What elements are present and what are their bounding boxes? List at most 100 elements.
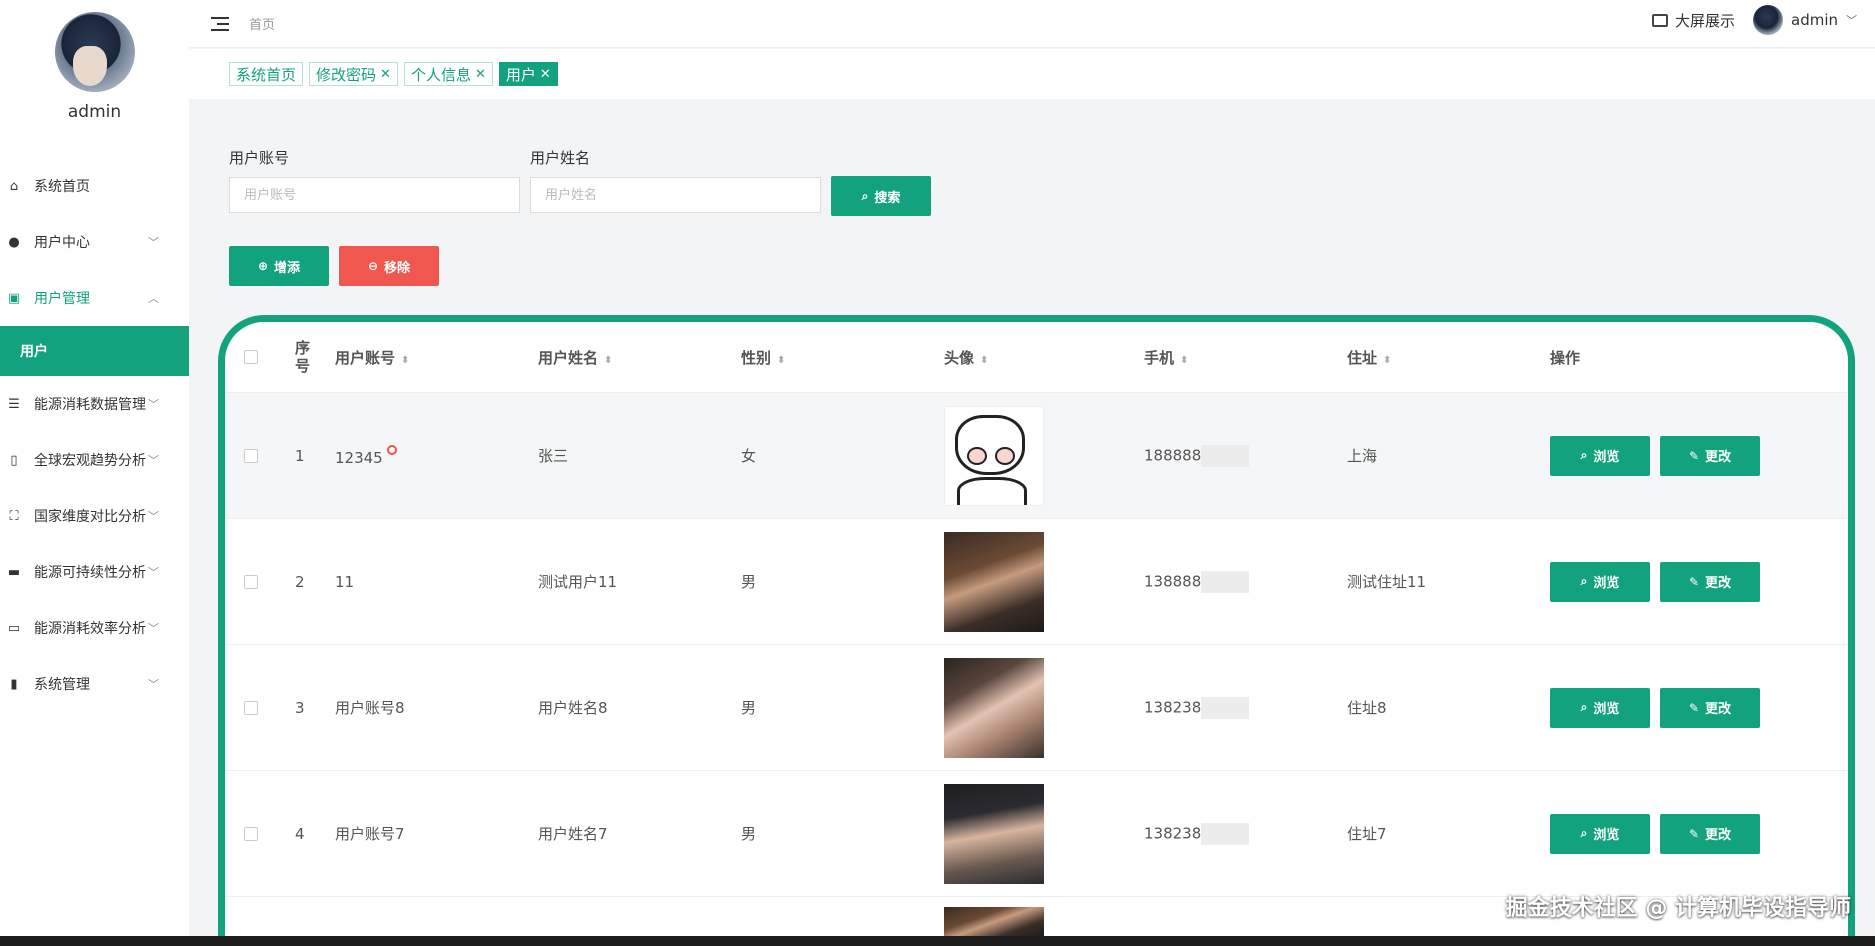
redaction-blur	[1201, 444, 1250, 467]
cell-gender: 女	[741, 447, 757, 465]
search-icon: ⌕	[1580, 448, 1588, 462]
sidebar-item-system[interactable]: ▮ 系统管理 ﹀	[0, 656, 189, 712]
search-icon: ⌕	[1580, 574, 1588, 588]
add-button-label: 增添	[274, 260, 301, 276]
sort-icon[interactable]: ⬍	[980, 355, 988, 366]
header-name[interactable]: 用户姓名 ⬍	[538, 347, 741, 368]
action-bar: ⊕ 增添 ⊖ 移除	[229, 246, 439, 286]
user-avatar-image[interactable]	[944, 405, 1044, 506]
remove-button[interactable]: ⊖ 移除	[339, 246, 439, 286]
profile: admin	[0, 0, 189, 140]
row-checkbox[interactable]	[244, 700, 258, 715]
row-checkbox[interactable]	[244, 574, 258, 589]
redaction-blur	[1201, 696, 1250, 719]
view-button[interactable]: ⌕ 浏览	[1550, 687, 1650, 728]
cell-address: 住址8	[1347, 699, 1387, 717]
user-avatar-image[interactable]	[944, 657, 1044, 758]
sidebar-item-user-center[interactable]: ● 用户中心 ﹀	[0, 214, 189, 270]
chart-icon: ▣	[7, 290, 21, 306]
chevron-down-icon: ﹀	[148, 454, 159, 467]
search-button[interactable]: ⌕ 搜索	[831, 176, 931, 216]
sidebar-item-label: 能源消耗效率分析	[34, 621, 146, 637]
header-index: 序号	[295, 339, 311, 375]
sort-icon[interactable]: ⬍	[777, 355, 785, 366]
menu-toggle-icon[interactable]	[211, 16, 229, 31]
account-input[interactable]	[229, 177, 520, 213]
user-dropdown[interactable]: admin ﹀	[1753, 5, 1857, 35]
sidebar-item-home[interactable]: ⌂ 系统首页	[0, 158, 189, 214]
avatar[interactable]	[54, 12, 135, 92]
edit-button[interactable]: ✎ 更改	[1660, 435, 1760, 476]
user-avatar-image[interactable]	[944, 906, 1044, 937]
list-icon: ☰	[8, 396, 20, 412]
sidebar-item-label: 用户管理	[34, 291, 90, 307]
sort-icon[interactable]: ⬍	[1383, 355, 1391, 366]
sidebar-item-user-management[interactable]: ▣ 用户管理 ︿	[0, 270, 189, 326]
cell-name: 测试用户11	[538, 573, 618, 591]
edit-button[interactable]: ✎ 更改	[1660, 813, 1760, 854]
big-screen-label: 大屏展示	[1674, 11, 1735, 30]
presentation-icon	[1651, 13, 1668, 27]
cell-index: 4	[295, 824, 305, 843]
user-avatar-image[interactable]	[944, 531, 1044, 632]
tab-profile[interactable]: 个人信息 ✕	[403, 62, 493, 86]
big-screen-button[interactable]: 大屏展示	[1651, 10, 1735, 31]
row-checkbox[interactable]	[244, 826, 258, 841]
header-avatar[interactable]: 头像 ⬍	[944, 347, 1144, 368]
sort-icon[interactable]: ⬍	[604, 355, 612, 366]
sidebar-item-sustainability[interactable]: ▬ 能源可持续性分析 ﹀	[0, 544, 189, 600]
user-avatar-image[interactable]	[944, 783, 1044, 884]
monitor-icon: ▬	[7, 564, 21, 580]
sidebar-item-country-compare[interactable]: ⛶ 国家维度对比分析 ﹀	[0, 488, 189, 544]
view-button[interactable]: ⌕ 浏览	[1550, 561, 1650, 602]
header-address[interactable]: 住址 ⬍	[1347, 347, 1550, 368]
chevron-up-icon: ︿	[148, 292, 159, 305]
tab-change-password[interactable]: 修改密码 ✕	[309, 62, 398, 86]
tab-user[interactable]: 用户 ✕	[498, 62, 558, 86]
select-all-checkbox[interactable]	[244, 350, 258, 364]
cell-gender: 男	[741, 699, 757, 717]
avatar	[1753, 5, 1783, 35]
sidebar-item-efficiency[interactable]: ▭ 能源消耗效率分析 ﹀	[0, 600, 189, 656]
sort-icon[interactable]: ⬍	[401, 355, 409, 366]
view-button[interactable]: ⌕ 浏览	[1550, 435, 1650, 476]
cursor-indicator-icon	[386, 444, 397, 455]
cell-name: 用户姓名7	[538, 825, 608, 843]
filter-form: 用户账号 用户姓名	[229, 147, 821, 213]
cell-address: 测试住址11	[1347, 573, 1427, 591]
sidebar-item-global-trend[interactable]: ▯ 全球宏观趋势分析 ﹀	[0, 432, 189, 488]
sidebar-menu: ⌂ 系统首页 ● 用户中心 ﹀ ▣ 用户管理 ︿ 用户 ☰ 能源消耗数据管理 ﹀…	[0, 158, 189, 712]
cell-phone: 138888	[1144, 570, 1347, 593]
sidebar-item-label: 能源消耗数据管理	[34, 397, 146, 413]
edit-icon: ✎	[1688, 700, 1700, 715]
edit-button[interactable]: ✎ 更改	[1660, 687, 1760, 728]
close-icon[interactable]: ✕	[380, 67, 391, 82]
close-icon[interactable]: ✕	[475, 67, 486, 82]
tab-label: 用户	[505, 65, 536, 84]
cell-account: 11	[335, 572, 355, 591]
sidebar-subitem-user[interactable]: 用户	[0, 326, 189, 376]
row-checkbox[interactable]	[244, 448, 258, 463]
tab-home[interactable]: 系统首页	[229, 62, 304, 86]
user-name: admin	[1791, 11, 1838, 29]
close-icon[interactable]: ✕	[540, 67, 551, 82]
header-gender[interactable]: 性别 ⬍	[741, 347, 944, 368]
name-input[interactable]	[530, 177, 821, 213]
name-filter: 用户姓名	[530, 147, 821, 213]
sidebar-item-energy-data[interactable]: ☰ 能源消耗数据管理 ﹀	[0, 376, 189, 432]
account-filter: 用户账号	[229, 147, 520, 213]
cell-index: 2	[295, 572, 305, 591]
header-account[interactable]: 用户账号 ⬍	[335, 347, 538, 368]
redaction-blur	[1201, 822, 1250, 845]
sidebar-item-label: 用户中心	[34, 235, 90, 251]
table-row: 4 用户账号7 用户姓名7 男 138238 住址7 ⌕ 浏览 ✎ 更改	[225, 770, 1848, 896]
cell-address: 上海	[1347, 447, 1378, 465]
edit-button[interactable]: ✎ 更改	[1660, 561, 1760, 602]
breadcrumb[interactable]: 首页	[249, 14, 275, 33]
header-phone[interactable]: 手机 ⬍	[1144, 347, 1347, 368]
cell-phone: 138238	[1144, 822, 1347, 845]
sort-icon[interactable]: ⬍	[1180, 355, 1188, 366]
view-button[interactable]: ⌕ 浏览	[1550, 813, 1650, 854]
add-button[interactable]: ⊕ 增添	[229, 246, 329, 286]
bar-chart-icon: ▮	[10, 676, 18, 692]
